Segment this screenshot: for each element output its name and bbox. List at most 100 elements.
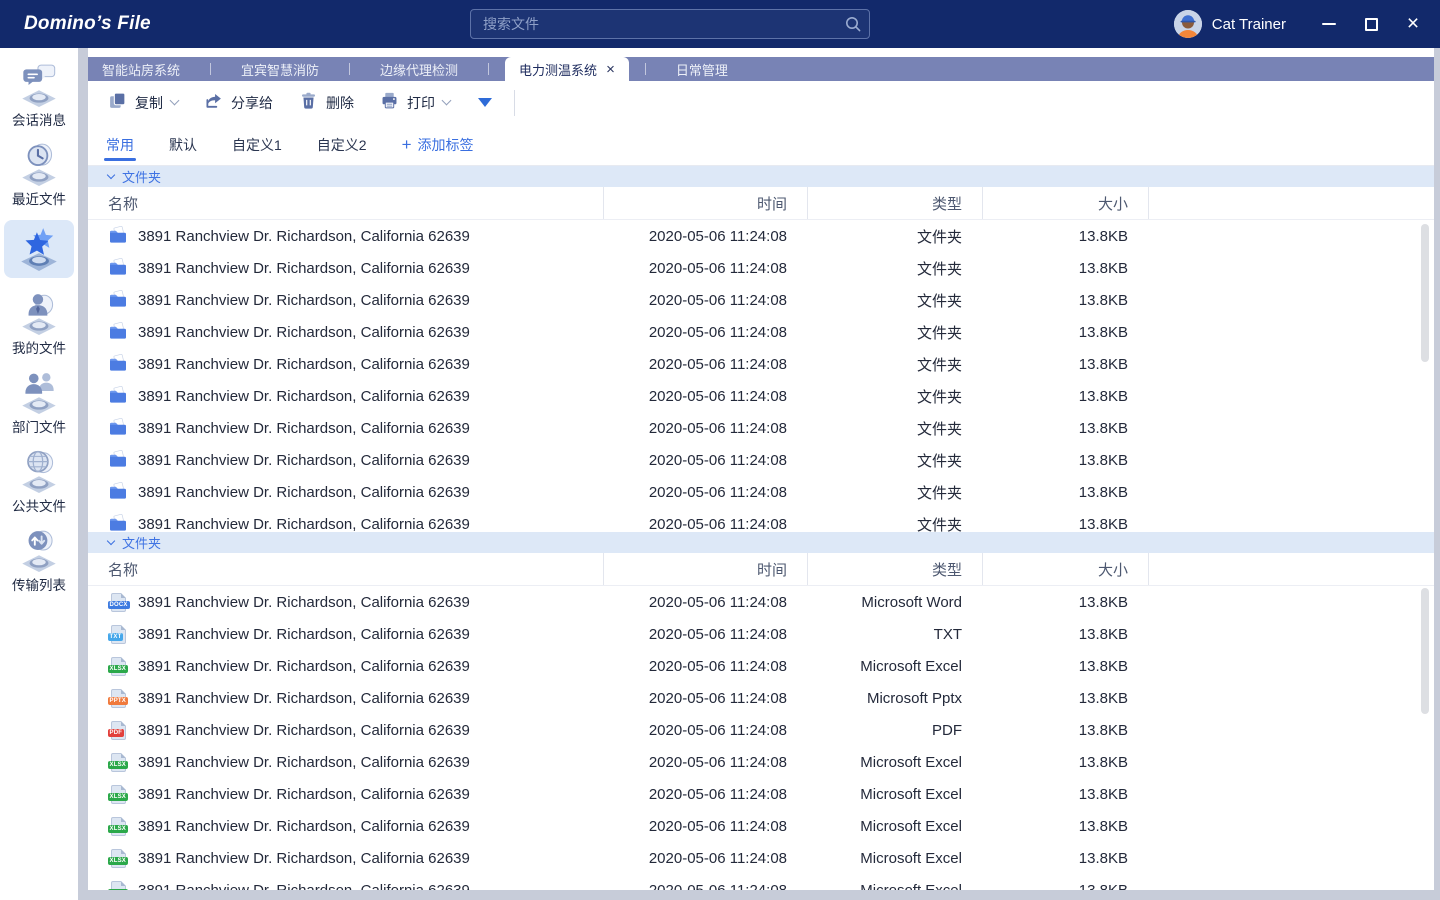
tab-separator [488,63,489,75]
column-type[interactable]: 类型 [807,553,982,585]
avatar[interactable] [1174,10,1202,38]
add-tag-button[interactable]: + 添加标签 [402,135,474,155]
file-name: 3891 Ranchview Dr. Richardson, Californi… [138,882,470,891]
table-row[interactable]: TXT 3891 Ranchview Dr. Richardson, Calif… [88,618,1434,650]
sidebar-item-transfer-list[interactable]: 传输列表 [3,527,75,594]
filter-tab-2[interactable]: 默认 [169,124,197,165]
table-row[interactable]: 3891 Ranchview Dr. Richardson, Californi… [88,508,1434,532]
file-list: DOCX 3891 Ranchview Dr. Richardson, Cali… [88,586,1434,890]
close-button[interactable]: × [1404,15,1422,33]
cell-time: 2020-05-06 11:24:08 [603,420,807,437]
section-header[interactable]: 文件夹 [88,532,1434,553]
tab[interactable]: 宜宾智慧消防 [227,57,333,81]
table-row[interactable]: PPTX 3891 Ranchview Dr. Richardson, Cali… [88,682,1434,714]
table-row[interactable]: 3891 Ranchview Dr. Richardson, Californi… [88,476,1434,508]
cell-name: 3891 Ranchview Dr. Richardson, Californi… [88,226,603,246]
table-row[interactable]: XLSX 3891 Ranchview Dr. Richardson, Cali… [88,746,1434,778]
folder-icon [108,354,128,374]
cell-size: 13.8KB [982,420,1148,437]
tab-close-icon[interactable]: × [606,63,615,76]
column-size[interactable]: 大小 [982,553,1148,585]
maximize-icon [1365,18,1378,31]
cell-type: Microsoft Excel [807,658,982,675]
xlsx-file-icon: XLSX [111,849,126,868]
file-name: 3891 Ranchview Dr. Richardson, Californi… [138,516,470,533]
column-time[interactable]: 时间 [603,187,807,219]
cell-size: 13.8KB [982,452,1148,469]
filter-tab-3[interactable]: 自定义1 [232,124,282,165]
window-bottom-edge [88,890,1434,900]
tab[interactable]: 智能站房系统 [88,57,194,81]
search-input[interactable] [470,9,870,39]
table-row[interactable]: 3891 Ranchview Dr. Richardson, Californi… [88,220,1434,252]
table-row[interactable]: 3891 Ranchview Dr. Richardson, Californi… [88,444,1434,476]
cell-type: Microsoft Excel [807,850,982,867]
cell-size: 13.8KB [982,484,1148,501]
file-name: 3891 Ranchview Dr. Richardson, Californi… [138,420,470,437]
column-size[interactable]: 大小 [982,187,1148,219]
sidebar-item-public-files[interactable]: 公共文件 [3,448,75,515]
toolbar-button-label: 复制 [135,93,163,113]
tab[interactable]: 电力测温系统 × [505,57,629,81]
cell-type: 文件夹 [807,290,982,311]
table-header: 名称 时间 类型 大小 [88,553,1434,586]
copy-button[interactable]: 复制 [108,91,178,115]
cell-name: XLSX 3891 Ranchview Dr. Richardson, Cali… [88,880,603,890]
cell-time: 2020-05-06 11:24:08 [603,356,807,373]
department-files-icon [16,369,62,415]
cell-time: 2020-05-06 11:24:08 [603,324,807,341]
folder-icon [108,450,128,470]
column-time[interactable]: 时间 [603,553,807,585]
file-name: 3891 Ranchview Dr. Richardson, Californi… [138,228,470,245]
filter-tab-4[interactable]: 自定义2 [317,124,367,165]
chat-messages-icon [16,62,62,108]
table-row[interactable]: XLSX 3891 Ranchview Dr. Richardson, Cali… [88,650,1434,682]
cell-size: 13.8KB [982,260,1148,277]
cell-time: 2020-05-06 11:24:08 [603,690,807,707]
tab-separator [210,63,211,75]
cell-time: 2020-05-06 11:24:08 [603,626,807,643]
table-row[interactable]: XLSX 3891 Ranchview Dr. Richardson, Cali… [88,778,1434,810]
scrollbar[interactable] [1421,588,1429,714]
scrollbar[interactable] [1421,224,1429,362]
table-row[interactable]: 3891 Ranchview Dr. Richardson, Californi… [88,252,1434,284]
printer-button[interactable]: 打印 [380,91,450,115]
tab-separator [349,63,350,75]
sidebar-item-recent-files[interactable]: 最近文件 [3,141,75,208]
cell-type: 文件夹 [807,258,982,279]
column-name[interactable]: 名称 [88,553,603,585]
filter-tab-1[interactable]: 常用 [106,124,134,165]
table-row[interactable]: 3891 Ranchview Dr. Richardson, Californi… [88,316,1434,348]
table-row[interactable]: XLSX 3891 Ranchview Dr. Richardson, Cali… [88,842,1434,874]
sidebar-item-department-files[interactable]: 部门文件 [3,369,75,436]
section-header[interactable]: 文件夹 [88,166,1434,187]
expand-more-button[interactable] [478,98,492,107]
trash-button[interactable]: 删除 [299,91,354,115]
tab-separator [645,63,646,75]
cell-name: 3891 Ranchview Dr. Richardson, Californi… [88,290,603,310]
folder-icon [108,482,128,502]
column-name[interactable]: 名称 [88,187,603,219]
share-button[interactable]: 分享给 [204,91,273,115]
sidebar-item-starred-files[interactable] [4,220,74,278]
cell-size: 13.8KB [982,754,1148,771]
table-row[interactable]: DOCX 3891 Ranchview Dr. Richardson, Cali… [88,586,1434,618]
cell-name: XLSX 3891 Ranchview Dr. Richardson, Cali… [88,816,603,836]
cell-type: 文件夹 [807,418,982,439]
tab[interactable]: 日常管理 [662,57,742,81]
cell-time: 2020-05-06 11:24:08 [603,388,807,405]
table-row[interactable]: 3891 Ranchview Dr. Richardson, Californi… [88,284,1434,316]
table-row[interactable]: 3891 Ranchview Dr. Richardson, Californi… [88,348,1434,380]
table-row[interactable]: 3891 Ranchview Dr. Richardson, Californi… [88,380,1434,412]
table-row[interactable]: 3891 Ranchview Dr. Richardson, Californi… [88,412,1434,444]
tab[interactable]: 边缘代理检测 [366,57,472,81]
sidebar-item-chat-messages[interactable]: 会话消息 [3,62,75,129]
column-type[interactable]: 类型 [807,187,982,219]
cell-size: 13.8KB [982,228,1148,245]
table-row[interactable]: XLSX 3891 Ranchview Dr. Richardson, Cali… [88,810,1434,842]
table-row[interactable]: XLSX 3891 Ranchview Dr. Richardson, Cali… [88,874,1434,890]
maximize-button[interactable] [1362,15,1380,33]
minimize-button[interactable] [1320,15,1338,33]
sidebar-item-my-files[interactable]: 我的文件 [3,290,75,357]
table-row[interactable]: PDF 3891 Ranchview Dr. Richardson, Calif… [88,714,1434,746]
